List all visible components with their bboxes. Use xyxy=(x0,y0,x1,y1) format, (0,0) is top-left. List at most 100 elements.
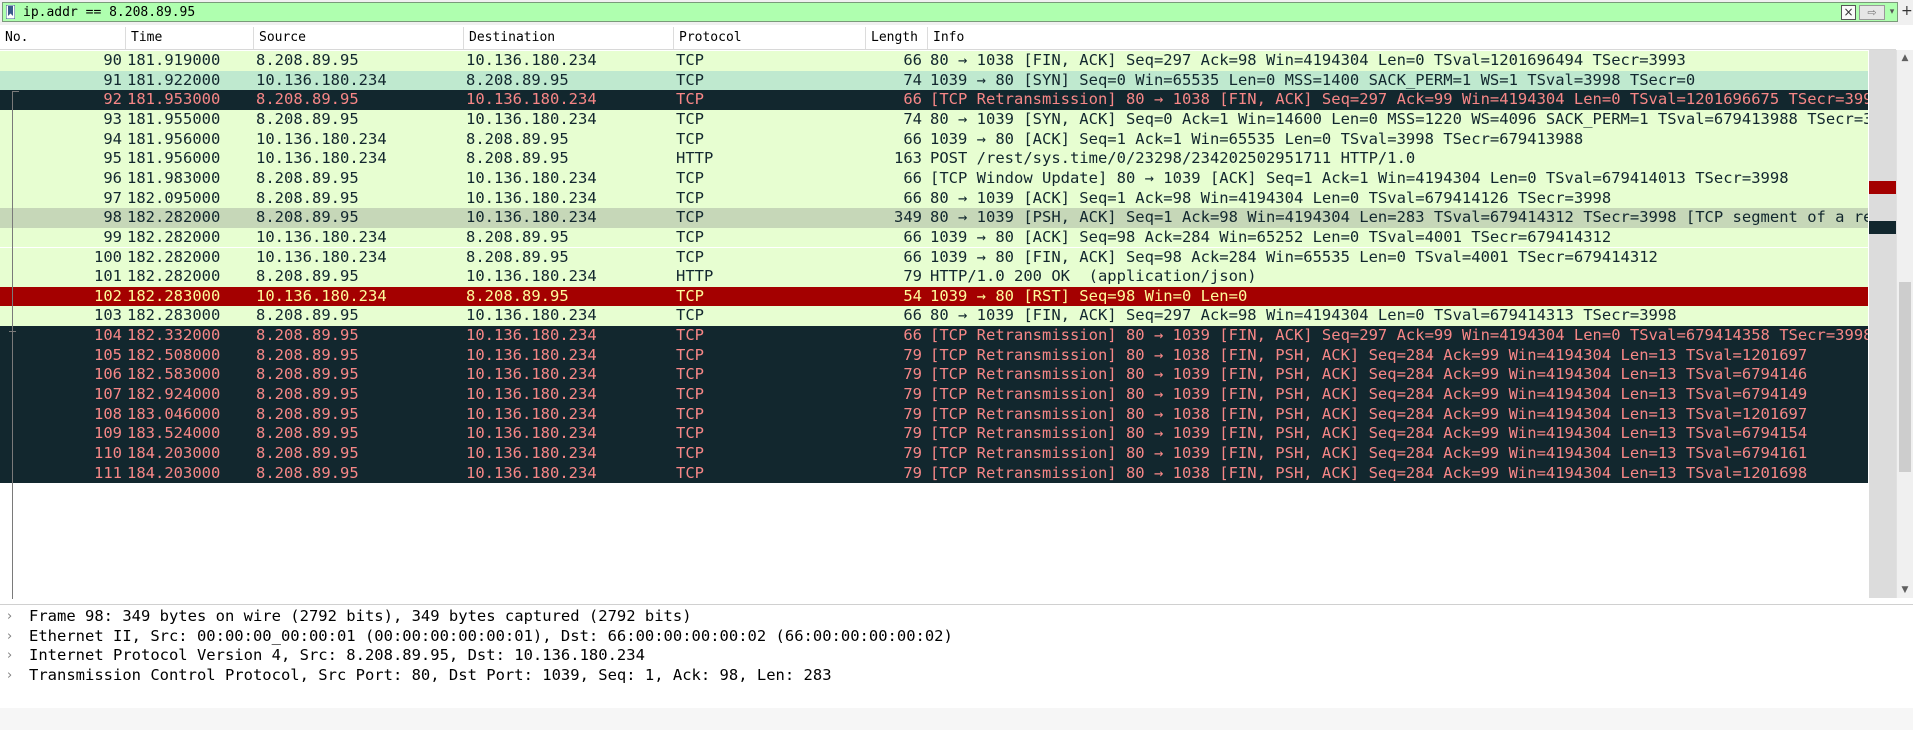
packet-info: [TCP Window Update] 80 → 1039 [ACK] Seq=… xyxy=(930,168,1789,187)
expand-arrow-icon[interactable]: › xyxy=(7,627,21,647)
detail-text: Frame 98: 349 bytes on wire (2792 bits),… xyxy=(29,607,692,625)
packet-protocol: TCP xyxy=(676,424,704,443)
packet-destination: 10.136.180.234 xyxy=(466,188,597,207)
apply-filter-icon[interactable]: ⇨ xyxy=(1859,5,1885,20)
packet-destination: 10.136.180.234 xyxy=(466,267,597,286)
packet-row[interactable]: 107 182.924000 8.208.89.95 10.136.180.234 TC… xyxy=(0,385,1868,405)
vertical-scrollbar[interactable]: ▲ ▼ xyxy=(1896,50,1913,598)
display-filter-input[interactable]: ip.addr == 8.208.89.95 × ⇨ ▾ xyxy=(2,2,1898,22)
packet-source: 8.208.89.95 xyxy=(256,345,359,364)
expand-arrow-icon[interactable]: › xyxy=(7,607,21,627)
packet-protocol: TCP xyxy=(676,208,704,227)
packet-source: 8.208.89.95 xyxy=(256,326,359,345)
packet-row[interactable]: 103 182.283000 8.208.89.95 10.136.180.234 TC… xyxy=(0,306,1868,327)
packet-row[interactable]: 108 183.046000 8.208.89.95 10.136.180.234 TC… xyxy=(0,404,1868,425)
packet-info: 80 → 1038 [FIN, ACK] Seq=297 Ack=98 Win=… xyxy=(930,51,1686,69)
packet-row[interactable]: 102 182.283000 10.136.180.234 8.208.89.95 TC… xyxy=(0,286,1868,307)
packet-protocol: TCP xyxy=(676,188,704,207)
column-header-source[interactable]: Source xyxy=(254,27,464,49)
detail-tree-item[interactable]: › Frame 98: 349 bytes on wire (2792 bits)… xyxy=(0,607,1913,627)
packet-row[interactable]: 101 182.282000 8.208.89.95 10.136.180.234 HT… xyxy=(0,267,1868,287)
packet-number: 107 xyxy=(94,385,122,404)
column-header-no[interactable]: No. xyxy=(0,27,126,49)
packet-destination: 10.136.180.234 xyxy=(466,444,597,462)
packet-info: [TCP Retransmission] 80 → 1038 [FIN, PSH… xyxy=(930,345,1808,364)
column-header-info[interactable]: Info xyxy=(928,27,1896,49)
packet-time: 182.282000 xyxy=(127,208,221,227)
expand-arrow-icon[interactable]: › xyxy=(7,646,21,666)
vertical-scroll-thumb[interactable] xyxy=(1899,282,1911,472)
packet-length: 66 xyxy=(903,227,922,246)
packet-time: 183.524000 xyxy=(127,424,221,443)
packet-protocol: TCP xyxy=(676,227,704,246)
packet-source: 10.136.180.234 xyxy=(256,227,387,246)
column-header-protocol[interactable]: Protocol xyxy=(674,27,866,49)
packet-row[interactable]: 110 184.203000 8.208.89.95 10.136.180.234 TC… xyxy=(0,444,1868,464)
filter-history-dropdown-icon[interactable]: ▾ xyxy=(1887,5,1897,20)
packet-source: 8.208.89.95 xyxy=(256,208,359,227)
packet-protocol: TCP xyxy=(676,51,704,69)
packet-source: 8.208.89.95 xyxy=(256,109,359,128)
scroll-up-arrow-icon[interactable]: ▲ xyxy=(1897,50,1913,66)
filter-expression[interactable]: ip.addr == 8.208.89.95 xyxy=(23,4,195,21)
packet-length: 79 xyxy=(903,424,922,443)
packet-list[interactable]: No. Time Source Destination Protocol Len… xyxy=(0,27,1913,600)
packet-info: [TCP Retransmission] 80 → 1038 [FIN, ACK… xyxy=(930,90,1868,109)
packet-info: 80 → 1039 [SYN, ACK] Seq=0 Ack=1 Win=146… xyxy=(930,109,1868,128)
packet-row[interactable]: 111 184.203000 8.208.89.95 10.136.180.234 TC… xyxy=(0,463,1868,484)
packet-protocol: TCP xyxy=(676,365,704,384)
packet-length: 79 xyxy=(903,267,922,286)
detail-tree-item[interactable]: › Ethernet II, Src: 00:00:00_00:00:01 (00… xyxy=(0,627,1913,647)
detail-tree-item[interactable]: › Transmission Control Protocol, Src Port… xyxy=(0,666,1913,686)
packet-length: 79 xyxy=(903,365,922,384)
packet-row[interactable]: 96 181.983000 8.208.89.95 10.136.180.234 TCP… xyxy=(0,168,1868,189)
packet-row[interactable]: 109 183.524000 8.208.89.95 10.136.180.234 TC… xyxy=(0,424,1868,444)
packet-info: [TCP Retransmission] 80 → 1039 [FIN, ACK… xyxy=(930,326,1868,345)
scroll-down-arrow-icon[interactable]: ▼ xyxy=(1897,582,1913,598)
packet-destination: 10.136.180.234 xyxy=(466,109,597,128)
packet-protocol: TCP xyxy=(676,404,704,423)
packet-number: 103 xyxy=(94,306,122,325)
clear-filter-icon[interactable]: × xyxy=(1841,5,1856,20)
packet-info: 1039 → 80 [RST] Seq=98 Win=0 Len=0 xyxy=(930,286,1248,305)
packet-row[interactable]: 92 181.953000 8.208.89.95 10.136.180.234 TCP… xyxy=(0,90,1868,110)
packet-time: 182.282000 xyxy=(127,267,221,286)
packet-length: 66 xyxy=(903,51,922,69)
packet-info: 80 → 1039 [ACK] Seq=1 Ack=98 Win=4194304… xyxy=(930,188,1612,207)
packet-row[interactable]: 98 182.282000 8.208.89.95 10.136.180.234 TCP… xyxy=(0,208,1868,228)
packet-row[interactable]: 91 181.922000 10.136.180.234 8.208.89.95 TCP… xyxy=(0,70,1868,91)
packet-row[interactable]: 90 181.919000 8.208.89.95 10.136.180.234 TCP… xyxy=(0,51,1868,71)
packet-info: POST /rest/sys.time/0/23298/234202502951… xyxy=(930,149,1416,168)
packet-length: 66 xyxy=(903,168,922,187)
add-filter-button-icon[interactable]: + xyxy=(1901,2,1913,20)
detail-tree-item[interactable]: › Internet Protocol Version 4, Src: 8.208… xyxy=(0,646,1913,666)
conversation-bracket-start xyxy=(12,91,19,92)
packet-row[interactable]: 97 182.095000 8.208.89.95 10.136.180.234 TCP… xyxy=(0,188,1868,209)
packet-time: 181.953000 xyxy=(127,90,221,109)
packet-row[interactable]: 106 182.583000 8.208.89.95 10.136.180.234 TC… xyxy=(0,365,1868,386)
packet-row[interactable]: 94 181.956000 10.136.180.234 8.208.89.95 TCP… xyxy=(0,129,1868,150)
packet-list-header: No. Time Source Destination Protocol Len… xyxy=(0,27,1896,50)
packet-time: 182.508000 xyxy=(127,345,221,364)
packet-row[interactable]: 93 181.955000 8.208.89.95 10.136.180.234 TCP… xyxy=(0,109,1868,130)
expand-arrow-icon[interactable]: › xyxy=(7,666,21,686)
packet-protocol: TCP xyxy=(676,444,704,462)
packet-row[interactable]: 105 182.508000 8.208.89.95 10.136.180.234 TC… xyxy=(0,345,1868,366)
column-header-length[interactable]: Length xyxy=(866,27,928,49)
bookmark-icon[interactable] xyxy=(6,5,15,19)
packet-minimap[interactable] xyxy=(1869,50,1896,598)
detail-text: Ethernet II, Src: 00:00:00_00:00:01 (00:… xyxy=(29,626,953,645)
packet-source: 10.136.180.234 xyxy=(256,70,387,89)
packet-row[interactable]: 99 182.282000 10.136.180.234 8.208.89.95 TCP… xyxy=(0,227,1868,248)
packet-row[interactable]: 100 182.282000 10.136.180.234 8.208.89.95 TC… xyxy=(0,247,1868,268)
packet-number: 95 xyxy=(103,149,122,168)
packet-protocol: TCP xyxy=(676,463,704,482)
column-header-destination[interactable]: Destination xyxy=(464,27,674,49)
packet-details-pane[interactable]: › Frame 98: 349 bytes on wire (2792 bits)… xyxy=(0,604,1913,709)
packet-destination: 8.208.89.95 xyxy=(466,247,569,266)
packet-row[interactable]: 95 181.956000 10.136.180.234 8.208.89.95 HTT… xyxy=(0,149,1868,169)
packet-row[interactable]: 104 182.332000 8.208.89.95 10.136.180.234 TC… xyxy=(0,326,1868,346)
packet-source: 10.136.180.234 xyxy=(256,129,387,148)
packet-info: [TCP Retransmission] 80 → 1038 [FIN, PSH… xyxy=(930,463,1808,482)
column-header-time[interactable]: Time xyxy=(126,27,254,49)
